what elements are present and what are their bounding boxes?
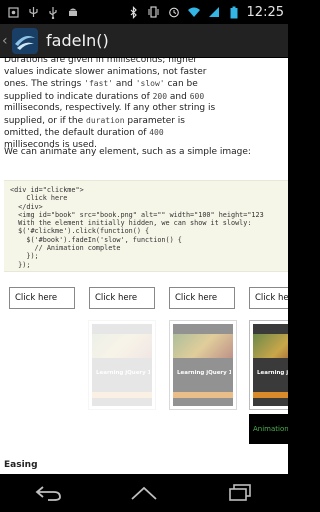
book-image-faded: Learning jQuery 1.3: [88, 320, 156, 410]
home-icon[interactable]: [124, 478, 164, 508]
text-span: and: [167, 91, 190, 102]
content-area[interactable]: Durations are given in milliseconds; hig…: [0, 58, 288, 474]
duration-paragraph: Durations are given in milliseconds; hig…: [4, 58, 286, 151]
vibrate-icon: [147, 5, 161, 19]
app-logo-icon[interactable]: [12, 27, 38, 54]
book-cover: Learning jQuery 1.3: [253, 324, 288, 406]
android-icon: [66, 5, 80, 19]
click-here-button-2[interactable]: Click here: [89, 287, 155, 309]
wifi-icon: [187, 5, 201, 19]
nav-bar: [0, 474, 288, 512]
code-span: 600: [189, 91, 205, 101]
text-span: parameter is: [124, 115, 185, 126]
code-span: 'fast': [84, 79, 114, 88]
code-text: <div id="clickme"> Click here </div> <im…: [10, 186, 264, 269]
book-cover: Learning jQuery 1.3: [92, 324, 152, 406]
text-line: values indicate slower animations, not f…: [4, 66, 207, 77]
section-heading-easing: Easing: [4, 460, 38, 470]
text-line: supplied, or if the duration parameter i…: [4, 115, 286, 128]
back-icon[interactable]: [28, 478, 68, 508]
text-line: omitted, the default duration of 400: [4, 127, 286, 140]
book-cover: Learning jQuery 1.3: [173, 324, 233, 406]
usb-icon: [46, 5, 60, 19]
text-line: milliseconds, respectively. If any other…: [4, 103, 216, 113]
status-right-icons: 12:25: [127, 5, 288, 20]
status-bar: 12:25: [0, 0, 288, 24]
text-span: ones. The strings: [4, 79, 85, 89]
status-left-icons: [0, 5, 80, 19]
text-span: and: [113, 79, 136, 89]
text-span: supplied to indicate durations of: [4, 91, 153, 102]
click-here-button-3[interactable]: Click here: [169, 287, 235, 309]
trident-icon: [26, 5, 40, 19]
code-span: 400: [149, 128, 164, 137]
book-title: Learning jQuery 1.3: [96, 370, 150, 376]
book-title: Learning jQuery 1.3: [257, 370, 288, 376]
code-span: 200: [152, 91, 168, 101]
book-title: Learning jQuery 1.3: [177, 370, 231, 376]
animate-paragraph: We can animate any element, such as a si…: [4, 147, 251, 157]
book-image-full: Learning jQuery 1.3: [249, 320, 288, 410]
text-line: Durations are given in milliseconds; hig…: [4, 58, 198, 65]
up-navigation-icon[interactable]: ‹: [0, 33, 10, 49]
alarm-icon: [167, 5, 181, 19]
text-line: ones. The strings 'fast' and 'slow' can …: [4, 78, 286, 91]
text-line: supplied to indicate durations of 200 an…: [4, 91, 286, 104]
text-span: omitted, the default duration of: [4, 128, 150, 138]
recent-apps-icon[interactable]: [220, 478, 260, 508]
click-here-button-1[interactable]: Click here: [9, 287, 75, 309]
book-image-half: Learning jQuery 1.3: [169, 320, 237, 410]
code-span: 'slow': [135, 79, 165, 88]
code-span: duration: [86, 115, 125, 125]
text-span: supplied, or if the: [4, 115, 87, 126]
page-title: fadeIn(): [46, 31, 109, 50]
code-example: <div id="clickme"> Click here </div> <im…: [4, 180, 288, 272]
signal-icon: [207, 5, 221, 19]
text-span: can be: [164, 79, 198, 89]
click-here-button-4[interactable]: Click here: [249, 287, 288, 309]
clock: 12:25: [246, 4, 284, 20]
animation-complete-label: Animation complete: [249, 414, 288, 444]
screenshot-icon: [6, 5, 20, 19]
action-bar: ‹ fadeIn(): [0, 24, 288, 58]
bluetooth-icon: [127, 5, 141, 19]
battery-icon: [227, 5, 241, 19]
